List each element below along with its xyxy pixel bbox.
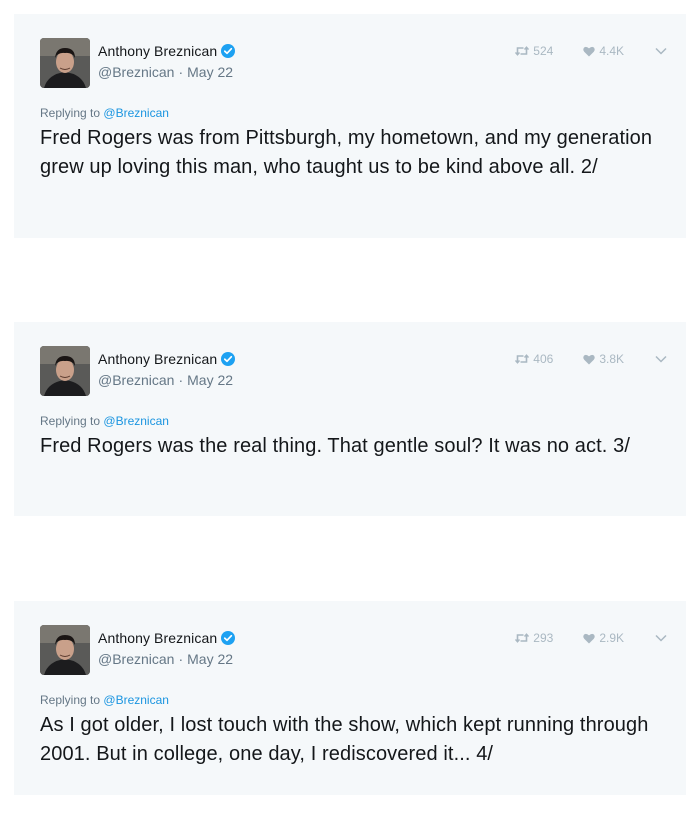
retweet-count[interactable]: 293 [515, 631, 553, 645]
like-count-value: 3.8K [599, 352, 624, 366]
replying-to: Replying to @Breznican [40, 414, 169, 428]
author-name[interactable]: Anthony Breznican [98, 351, 217, 367]
retweet-count-value: 524 [533, 44, 554, 58]
tweet-date[interactable]: May 22 [187, 651, 233, 667]
author-name[interactable]: Anthony Breznican [98, 43, 217, 59]
replying-to-link[interactable]: @Breznican [103, 414, 169, 428]
tweet-stats: 524 4.4K [515, 44, 668, 58]
like-count[interactable]: 2.9K [583, 631, 624, 645]
tweet-text: As I got older, I lost touch with the sh… [40, 714, 649, 765]
retweet-count-value: 293 [533, 631, 554, 645]
tweet-date[interactable]: May 22 [187, 372, 233, 388]
chevron-down-icon[interactable] [654, 352, 668, 366]
retweet-icon [515, 633, 530, 643]
retweet-icon [515, 46, 530, 56]
verified-badge-icon [221, 352, 236, 366]
verified-badge-icon [221, 631, 236, 645]
avatar[interactable] [40, 38, 90, 88]
heart-icon [583, 633, 596, 643]
author-name[interactable]: Anthony Breznican [98, 630, 217, 646]
tweet-text: Fred Rogers was the real thing. That gen… [40, 435, 630, 457]
like-count-value: 4.4K [599, 44, 624, 58]
retweet-count-value: 406 [533, 352, 554, 366]
heart-icon [583, 46, 596, 56]
like-count-value: 2.9K [599, 631, 624, 645]
tweet-text: Fred Rogers was from Pittsburgh, my home… [40, 127, 653, 178]
like-count[interactable]: 3.8K [583, 352, 624, 366]
tweet-card[interactable]: Anthony Breznican @Breznican · May 22 524 … [14, 14, 686, 238]
handle-row: @Breznican · May 22 [98, 372, 234, 388]
author-handle[interactable]: @Breznican [98, 64, 174, 80]
replying-to: Replying to @Breznican [40, 693, 169, 707]
avatar[interactable] [40, 346, 90, 396]
tweet-card[interactable]: Anthony Breznican @Breznican · May 22 406 … [14, 322, 686, 516]
avatar[interactable] [40, 625, 90, 675]
author-handle[interactable]: @Breznican [98, 651, 174, 667]
tweet-date[interactable]: May 22 [187, 64, 233, 80]
tweet-card[interactable]: Anthony Breznican @Breznican · May 22 293 … [14, 601, 686, 795]
replying-to: Replying to @Breznican [40, 106, 169, 120]
replying-label: Replying to [40, 693, 101, 707]
tweet-stats: 406 3.8K [515, 352, 668, 366]
like-count[interactable]: 4.4K [583, 44, 624, 58]
author-row: Anthony Breznican [98, 42, 236, 60]
author-handle[interactable]: @Breznican [98, 372, 174, 388]
replying-label: Replying to [40, 106, 101, 120]
author-row: Anthony Breznican [98, 350, 236, 368]
handle-row: @Breznican · May 22 [98, 64, 234, 80]
chevron-down-icon[interactable] [654, 631, 668, 645]
retweet-count[interactable]: 524 [515, 44, 553, 58]
replying-to-link[interactable]: @Breznican [103, 106, 169, 120]
chevron-down-icon[interactable] [654, 44, 668, 58]
replying-to-link[interactable]: @Breznican [103, 693, 169, 707]
heart-icon [583, 354, 596, 364]
handle-row: @Breznican · May 22 [98, 651, 234, 667]
author-row: Anthony Breznican [98, 629, 236, 647]
tweet-stats: 293 2.9K [515, 631, 668, 645]
retweet-icon [515, 354, 530, 364]
replying-label: Replying to [40, 414, 101, 428]
verified-badge-icon [221, 44, 236, 58]
retweet-count[interactable]: 406 [515, 352, 553, 366]
